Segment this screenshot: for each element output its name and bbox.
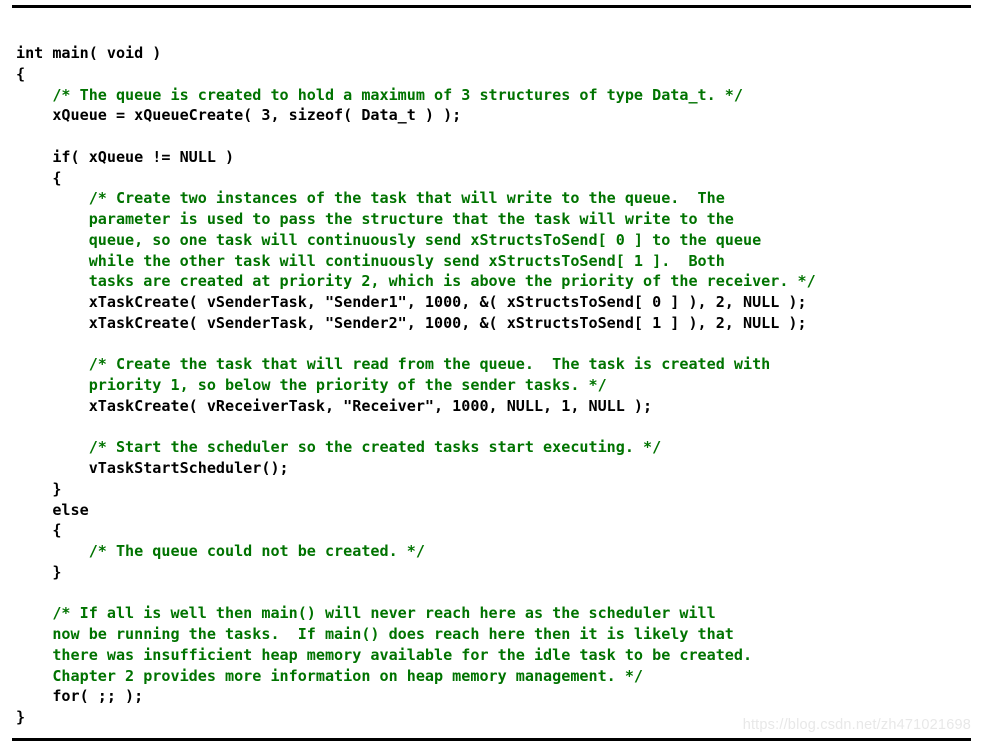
code-token: int main( void ) [16, 44, 162, 63]
code-comment: /* The queue is created to hold a maximu… [16, 85, 743, 104]
code-token: else [16, 500, 89, 519]
code-comment: priority 1, so below the priority of the… [16, 376, 607, 395]
source-code-block: int main( void ){ /* The queue is create… [16, 43, 976, 728]
code-line: xTaskCreate( vReceiverTask, "Receiver", … [16, 396, 976, 417]
code-comment: there was insufficient heap memory avail… [16, 645, 753, 664]
code-line: now be running the tasks. If main() does… [16, 624, 976, 645]
code-line: priority 1, so below the priority of the… [16, 375, 976, 396]
site-watermark: https://blog.csdn.net/zh471021698 [742, 717, 971, 733]
code-listing-page: int main( void ){ /* The queue is create… [0, 0, 983, 753]
code-token: { [16, 521, 62, 540]
code-line: vTaskStartScheduler(); [16, 458, 976, 479]
top-divider-rule [12, 5, 971, 8]
code-comment: /* The queue could not be created. */ [16, 542, 425, 561]
code-line: Chapter 2 provides more information on h… [16, 666, 976, 687]
code-line: /* Start the scheduler so the created ta… [16, 437, 976, 458]
code-line: xTaskCreate( vSenderTask, "Sender1", 100… [16, 292, 976, 313]
code-line: while the other task will continuously s… [16, 251, 976, 272]
code-token: } [16, 708, 26, 727]
code-line: if( xQueue != NULL ) [16, 147, 976, 168]
code-comment: /* Create two instances of the task that… [16, 189, 725, 208]
code-line: } [16, 562, 976, 583]
code-line: { [16, 168, 976, 189]
code-token: xTaskCreate( vSenderTask, "Sender1", 100… [16, 293, 807, 312]
code-comment: /* Start the scheduler so the created ta… [16, 438, 662, 457]
code-comment: queue, so one task will continuously sen… [16, 230, 762, 249]
code-token: for( ;; ); [16, 687, 144, 706]
code-line: xTaskCreate( vSenderTask, "Sender2", 100… [16, 313, 976, 334]
code-comment: while the other task will continuously s… [16, 251, 725, 270]
code-token: } [16, 562, 62, 581]
code-token: xQueue = xQueueCreate( 3, sizeof( Data_t… [16, 106, 462, 125]
code-line: else [16, 500, 976, 521]
code-line: /* Create the task that will read from t… [16, 354, 976, 375]
code-line: int main( void ) [16, 43, 976, 64]
code-comment: /* Create the task that will read from t… [16, 355, 771, 374]
code-token: vTaskStartScheduler(); [16, 459, 289, 478]
code-line: there was insufficient heap memory avail… [16, 645, 976, 666]
code-comment: Chapter 2 provides more information on h… [16, 666, 644, 685]
code-line: /* The queue could not be created. */ [16, 541, 976, 562]
code-line: /* The queue is created to hold a maximu… [16, 85, 976, 106]
code-line: for( ;; ); [16, 686, 976, 707]
code-line: /* If all is well then main() will never… [16, 603, 976, 624]
code-token: { [16, 168, 62, 187]
code-token: { [16, 64, 26, 83]
code-line: { [16, 520, 976, 541]
code-line: parameter is used to pass the structure … [16, 209, 976, 230]
code-comment: tasks are created at priority 2, which i… [16, 272, 816, 291]
code-comment: parameter is used to pass the structure … [16, 210, 734, 229]
code-comment: now be running the tasks. If main() does… [16, 625, 734, 644]
code-line: /* Create two instances of the task that… [16, 188, 976, 209]
code-token: if( xQueue != NULL ) [16, 147, 235, 166]
code-line: { [16, 64, 976, 85]
code-token: xTaskCreate( vReceiverTask, "Receiver", … [16, 396, 653, 415]
code-line: } [16, 479, 976, 500]
code-line: queue, so one task will continuously sen… [16, 230, 976, 251]
code-line: tasks are created at priority 2, which i… [16, 271, 976, 292]
code-token: } [16, 479, 62, 498]
code-line: xQueue = xQueueCreate( 3, sizeof( Data_t… [16, 105, 976, 126]
bottom-divider-rule [12, 738, 971, 741]
code-comment: /* If all is well then main() will never… [16, 604, 716, 623]
code-token: xTaskCreate( vSenderTask, "Sender2", 100… [16, 313, 807, 332]
